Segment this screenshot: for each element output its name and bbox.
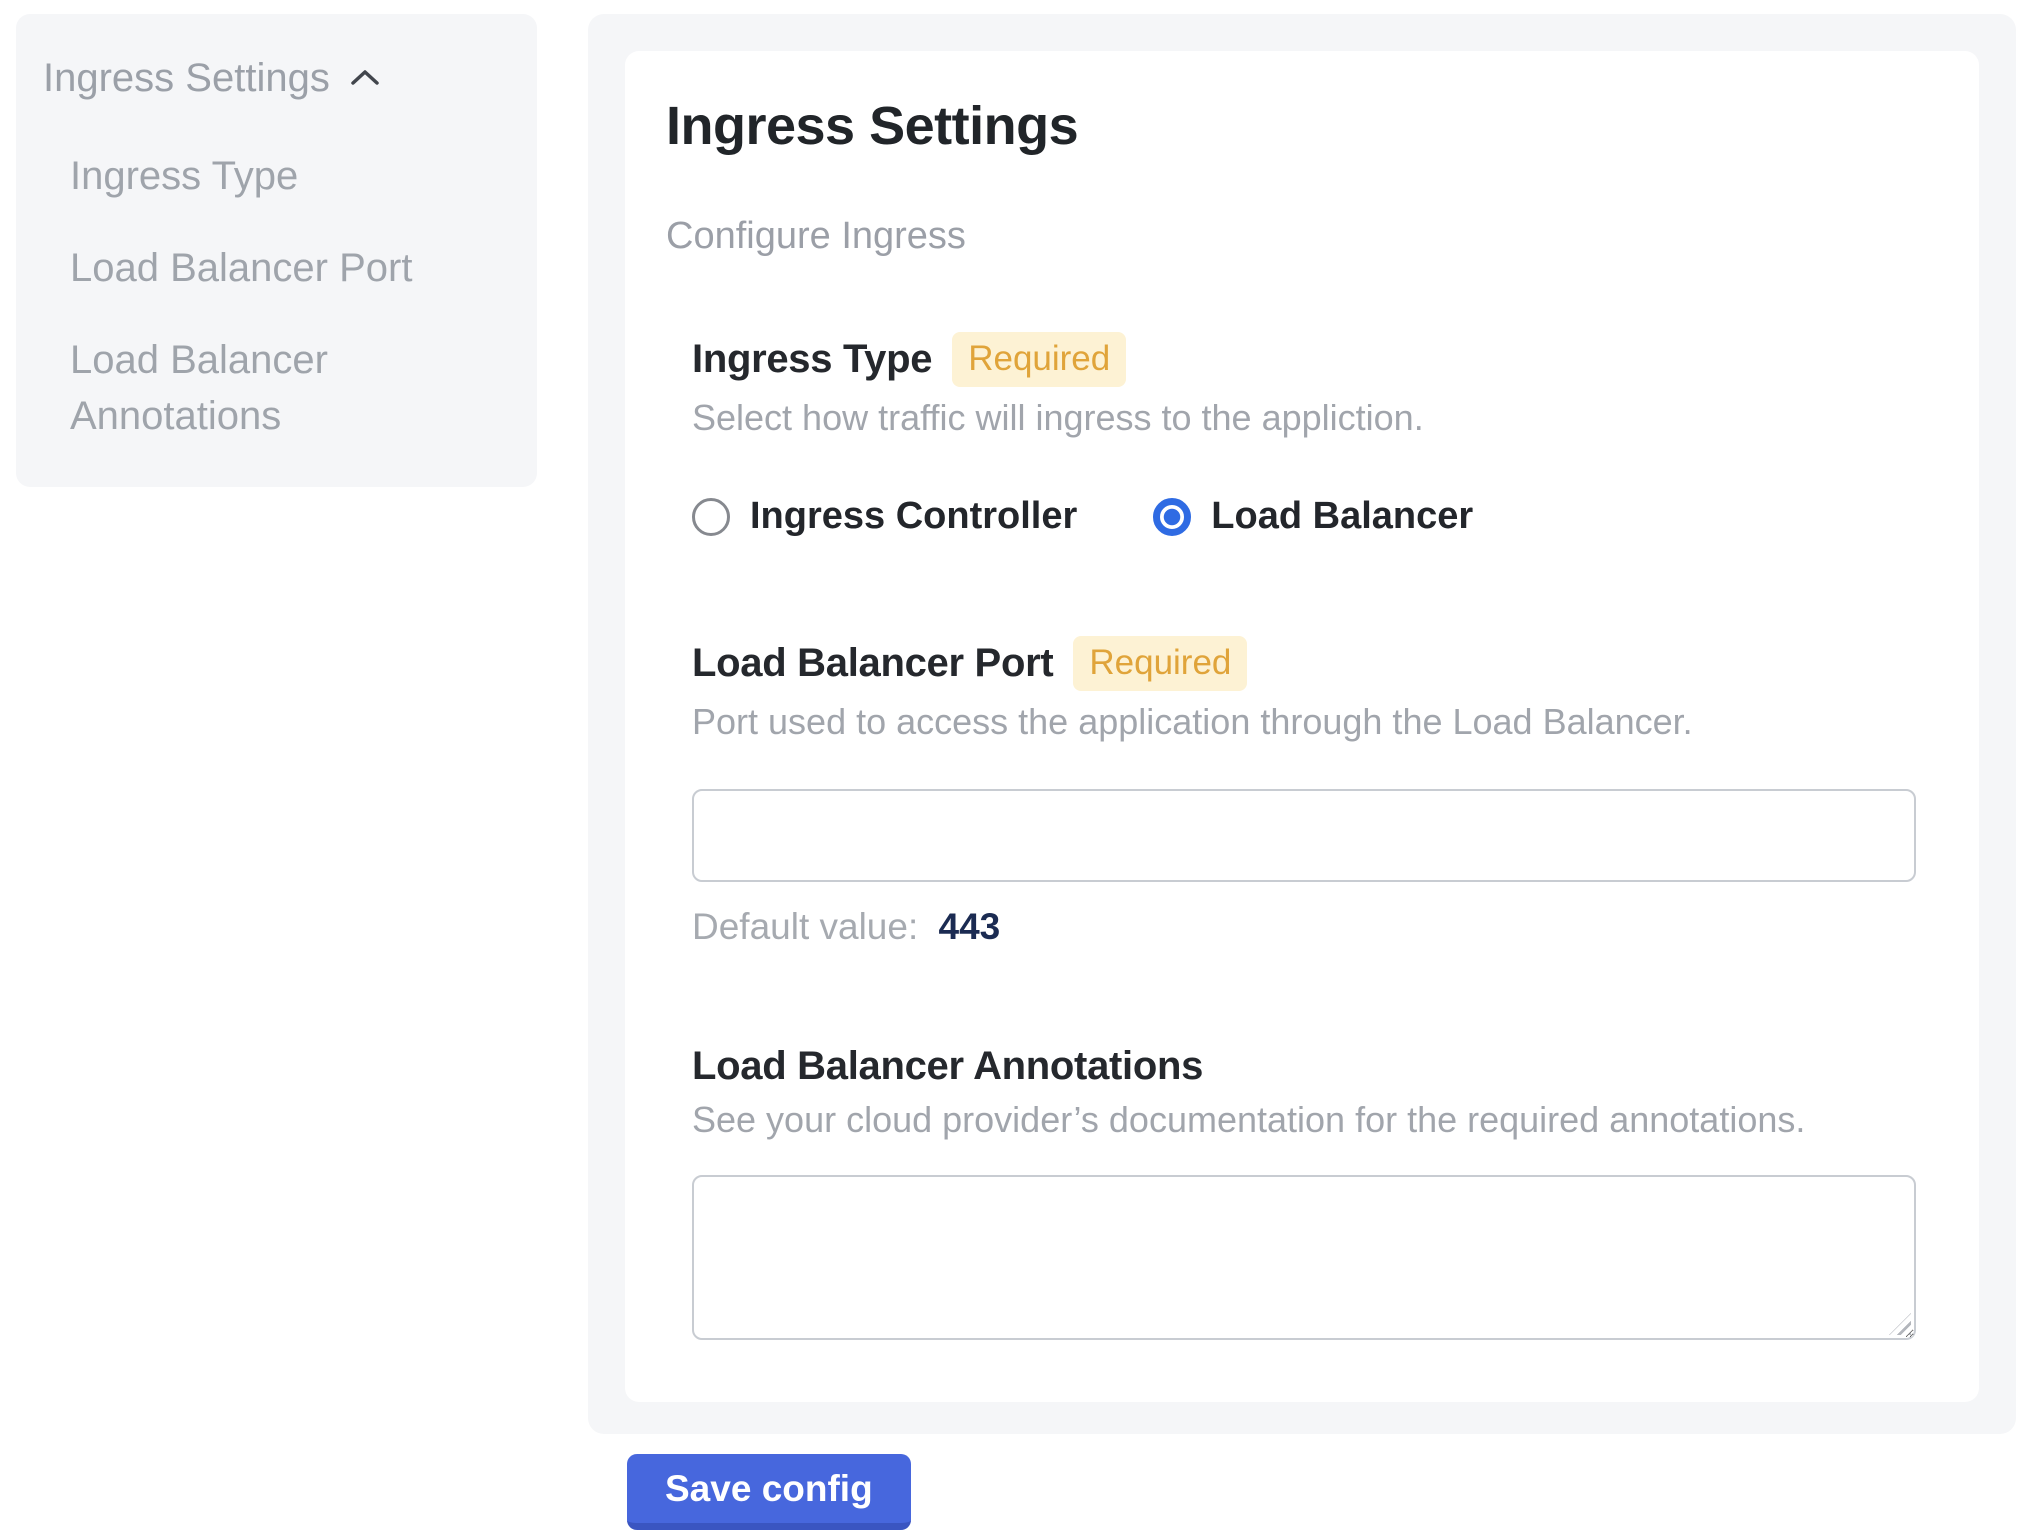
radio-option-load-balancer[interactable]: Load Balancer [1153,495,1473,538]
sidebar-parent-label: Ingress Settings [43,54,330,102]
sidebar-item-ingress-settings[interactable]: Ingress Settings [43,54,513,102]
load-balancer-port-description: Port used to access the application thro… [692,701,1916,743]
required-badge: Required [952,332,1126,387]
ingress-type-label: Ingress Type [692,337,932,382]
section-load-balancer-annotations: Load Balancer Annotations See your cloud… [692,1044,1916,1340]
sidebar-item-ingress-type[interactable]: Ingress Type [70,148,450,204]
chevron-up-icon[interactable] [348,66,382,90]
settings-panel: Ingress Settings Configure Ingress Ingre… [588,14,2016,1434]
ingress-type-description: Select how traffic will ingress to the a… [692,397,1916,439]
settings-sidebar: Ingress Settings Ingress Type Load Balan… [16,14,537,487]
default-value-line: Default value: 443 [692,906,1916,948]
radio-unselected-icon[interactable] [692,498,730,536]
sidebar-item-load-balancer-annotations[interactable]: Load Balancer Annotations [70,332,450,444]
page-title: Ingress Settings [666,95,1916,157]
sidebar-sub-items: Ingress Type Load Balancer Port Load Bal… [43,148,513,444]
load-balancer-annotations-label: Load Balancer Annotations [692,1044,1203,1089]
radio-label-load-balancer[interactable]: Load Balancer [1211,495,1473,538]
sidebar-item-load-balancer-port[interactable]: Load Balancer Port [70,240,450,296]
ingress-settings-card: Ingress Settings Configure Ingress Ingre… [625,51,1979,1402]
ingress-type-options: Ingress Controller Load Balancer [692,495,1916,538]
save-config-button[interactable]: Save config [627,1454,911,1530]
radio-selected-icon[interactable] [1153,498,1191,536]
section-load-balancer-port: Load Balancer Port Required Port used to… [692,636,1916,948]
required-badge: Required [1073,636,1247,691]
default-value-label: Default value: [692,906,918,947]
radio-option-ingress-controller[interactable]: Ingress Controller [692,495,1077,538]
page-subtitle: Configure Ingress [666,215,1916,258]
section-ingress-type: Ingress Type Required Select how traffic… [692,332,1916,538]
default-value: 443 [939,906,1001,947]
load-balancer-port-input[interactable] [692,789,1916,882]
load-balancer-annotations-description: See your cloud provider’s documentation … [692,1099,1916,1141]
radio-label-ingress-controller[interactable]: Ingress Controller [750,495,1077,538]
load-balancer-port-label: Load Balancer Port [692,641,1053,686]
load-balancer-annotations-textarea[interactable] [692,1175,1916,1340]
